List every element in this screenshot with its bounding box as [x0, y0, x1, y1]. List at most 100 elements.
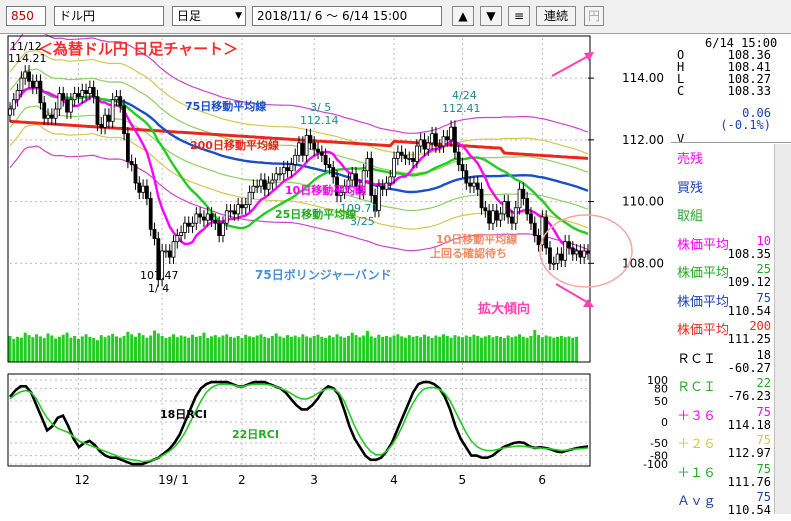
volume-bar [198, 335, 202, 362]
indicator-label: ＋１６ [677, 465, 717, 481]
volume-bar [153, 330, 156, 362]
scroll-up-button[interactable]: ▲ [452, 6, 474, 26]
quote-change-pct: (-0.1%) [720, 118, 771, 132]
candle-body [281, 167, 286, 175]
candle-body [567, 241, 571, 249]
volume-bar [506, 335, 510, 362]
price-tick-label: 112.00 [622, 133, 664, 147]
volume-bar [430, 338, 434, 362]
continuous-button[interactable]: 連続 [536, 6, 576, 26]
volume-bar [156, 333, 160, 362]
candle-body [551, 262, 556, 265]
candle-body [144, 185, 149, 199]
period-select[interactable]: 日足 ▼ [172, 6, 246, 26]
candle-body [247, 191, 252, 206]
candle-body [38, 80, 43, 104]
volume-bar [480, 337, 484, 362]
candle-body [312, 142, 317, 150]
x-tick-label: 2 [238, 473, 246, 487]
candle-body [76, 93, 81, 98]
volume-bar [434, 335, 438, 362]
volume-bar [122, 335, 126, 362]
volume-bar [369, 336, 373, 362]
volume-bar [137, 333, 141, 362]
label-ma10: 10日移動平均線 [285, 183, 366, 197]
candle-body [23, 71, 28, 79]
candle-body [240, 204, 244, 209]
candle-body [34, 80, 39, 88]
volume-bar [472, 334, 476, 362]
date-range-field[interactable]: 2018/11/ 6 ～ 6/14 15:00 [252, 6, 442, 26]
volume-bar [502, 338, 506, 362]
volume-bar [141, 335, 145, 362]
symbol-name-field[interactable]: ドル円 [54, 6, 164, 26]
volume-bar [111, 333, 115, 362]
candle-body [487, 210, 492, 224]
volume-bar [358, 337, 362, 362]
candle-body [380, 185, 385, 190]
candle-body [532, 222, 537, 236]
candle-body [536, 235, 541, 246]
volume-bar [255, 335, 259, 362]
volume-bar [331, 337, 335, 362]
annotation-high-0424-value: 112.41 [442, 102, 481, 115]
candle-body [186, 222, 191, 227]
volume-bar [84, 334, 88, 362]
candle-body [304, 135, 309, 156]
volume-bar [567, 336, 571, 362]
scroll-down-button[interactable]: ▼ [480, 6, 502, 26]
volume-bar [179, 335, 183, 362]
volume-bar [476, 335, 480, 362]
x-tick-label: 12 [74, 473, 89, 487]
volume-bar [388, 337, 392, 362]
arrow-up-line [551, 53, 593, 77]
candle-body [513, 207, 518, 224]
candle-body [148, 198, 153, 230]
candle-body [403, 154, 408, 159]
chart-area: 114.00112.00110.00108.0012 19/ 1 2 3 4 5 61008… [7, 34, 668, 487]
candle-body [582, 250, 587, 258]
symbol-code-field[interactable]: 850 [6, 6, 46, 26]
volume-bar [350, 332, 354, 362]
candle-body [152, 228, 157, 240]
candle-body [384, 182, 389, 190]
volume-bar [69, 337, 73, 362]
label-ma200: 200日移動平均線 [190, 138, 279, 152]
annotation-high-0305-date: 3/ 5 [310, 101, 331, 114]
volume-bar [308, 337, 312, 362]
candle-body [141, 185, 145, 193]
candle-body [548, 247, 552, 264]
label-ma25: 25日移動平均線 [275, 207, 356, 221]
volume-bar [225, 334, 229, 362]
indicator-label: Ａｖｇ [677, 494, 717, 509]
volume-bar [529, 335, 533, 362]
candle-body [468, 182, 473, 187]
price-tick-label: 114.00 [622, 71, 664, 85]
volume-bar [118, 337, 122, 362]
volume-bar [236, 335, 240, 362]
yen-button[interactable]: 円 [584, 6, 604, 26]
candle-body [99, 124, 104, 128]
candle-body [175, 235, 180, 243]
label-rci22: 22日RCI [232, 428, 279, 441]
menu-button[interactable]: ≡ [508, 6, 530, 26]
volume-bar [16, 336, 20, 362]
candle-body [255, 185, 260, 188]
volume-bar [335, 334, 339, 362]
volume-bar [548, 336, 552, 362]
right-panel-scrollbar[interactable] [774, 144, 791, 514]
candle-body [183, 222, 187, 233]
candle-body [65, 99, 69, 113]
candle-body [453, 126, 457, 153]
volume-bar [419, 337, 423, 362]
volume-bar [365, 330, 369, 362]
volume-bar [305, 336, 309, 362]
volume-bar [556, 336, 560, 362]
indicator-label: ＋３６ [677, 408, 717, 424]
candle-body [300, 142, 305, 156]
label-ma10-note: 10日移動平均線 [436, 232, 517, 246]
candle-body [91, 86, 96, 98]
candle-body [114, 96, 119, 101]
candle-body [521, 188, 526, 199]
indicator-value: 114.18 [727, 417, 771, 432]
